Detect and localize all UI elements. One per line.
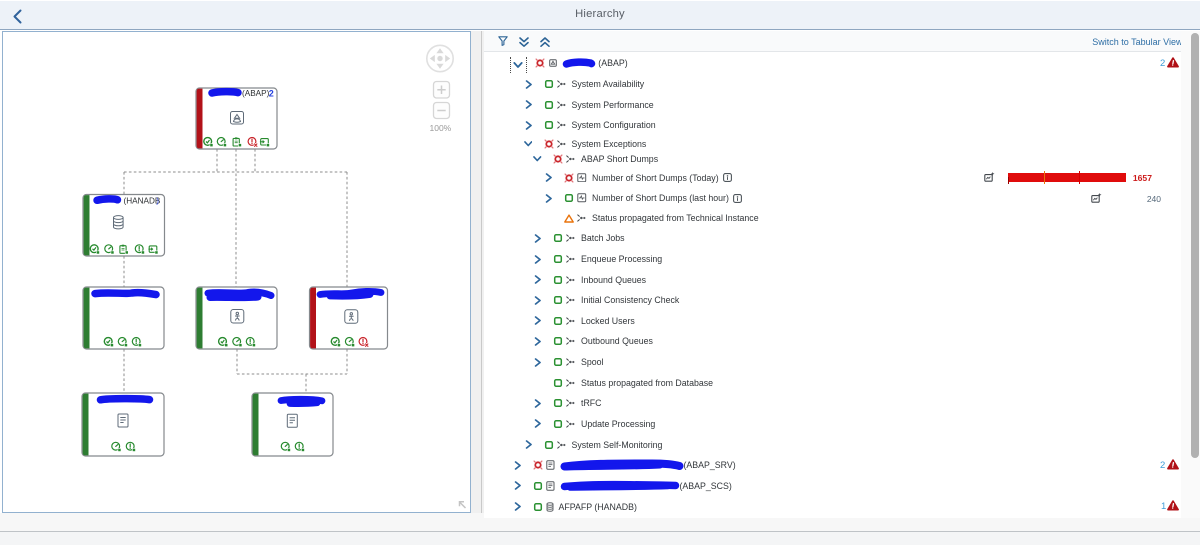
svg-text:): ) <box>156 197 159 206</box>
svg-text:(ABAP): (ABAP) <box>242 89 270 98</box>
svg-text:100%: 100% <box>430 123 452 133</box>
svg-text:2: 2 <box>269 88 274 98</box>
